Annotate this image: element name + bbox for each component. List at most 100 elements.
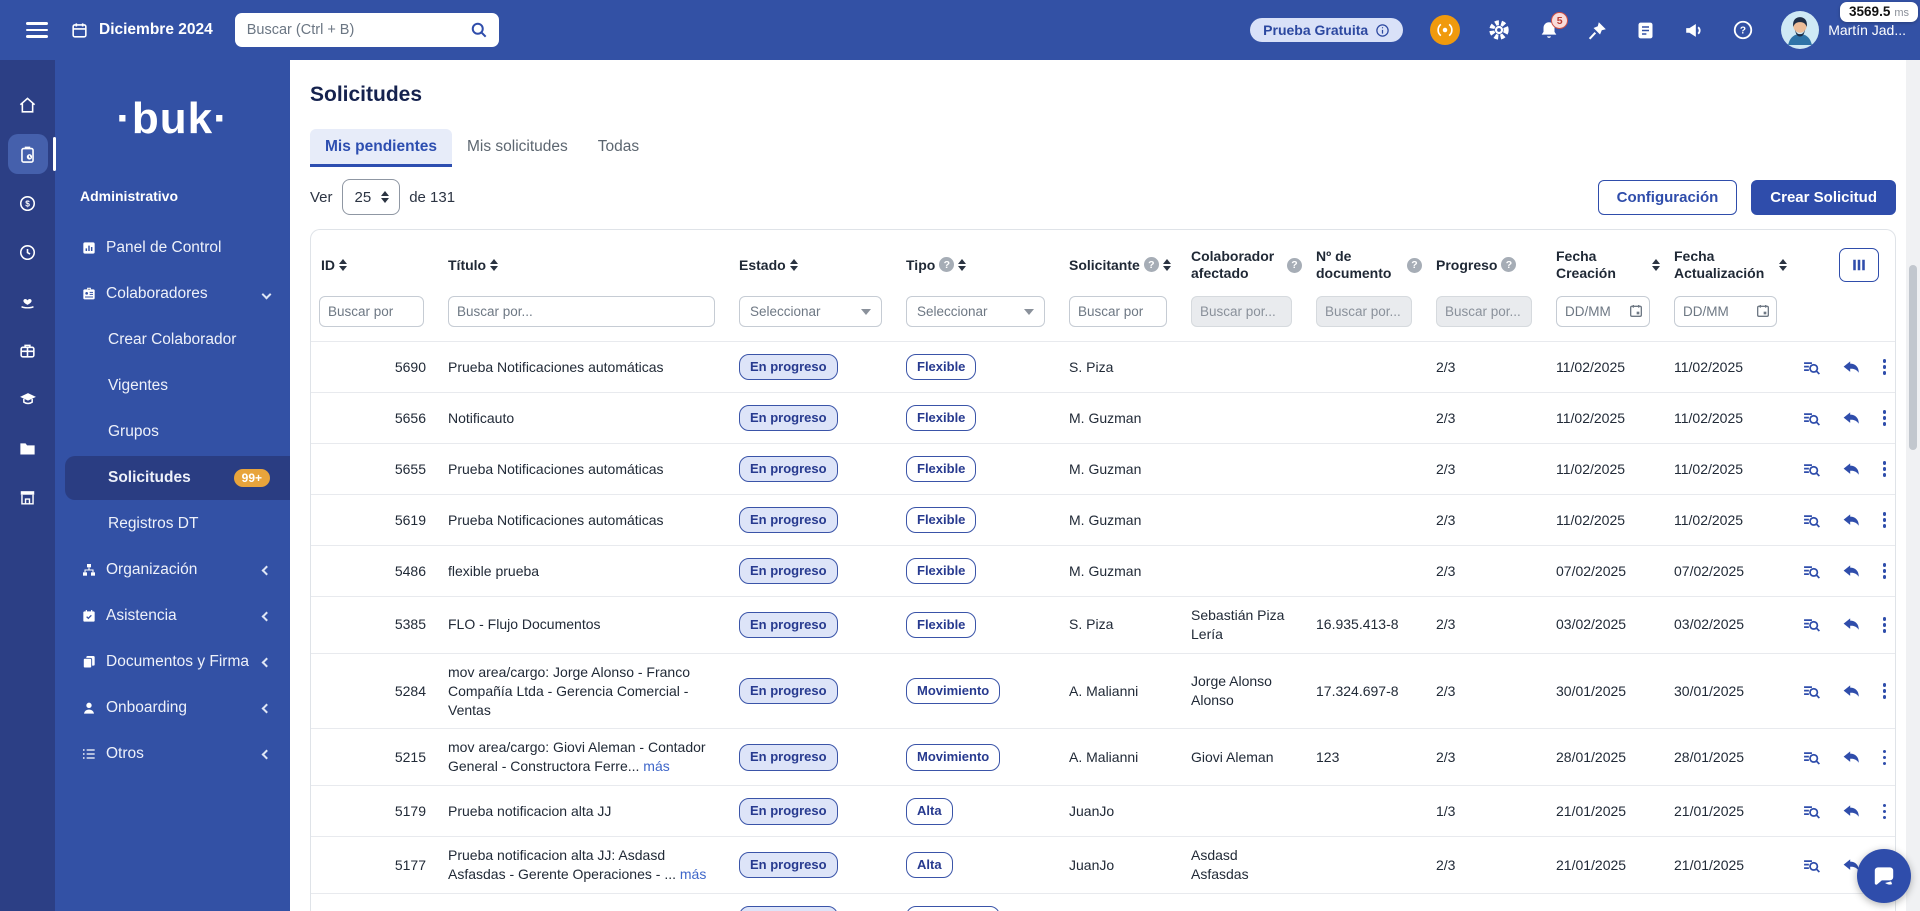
column-header[interactable]: ID ? [311,257,438,274]
column-header[interactable]: Progreso ? [1426,257,1546,274]
rail-remuneraciones-dollar-icon[interactable]: $ [8,183,48,223]
filter-titulo-input[interactable] [448,296,715,327]
table-row[interactable]: 5215 mov area/cargo: Giovi Aleman - Cont… [311,728,1895,785]
kebab-menu-icon[interactable] [1881,748,1888,767]
table-row[interactable]: 5486 flexible prueba En progreso Flexibl… [311,545,1895,596]
pin-icon[interactable] [1587,20,1608,41]
reply-arrow-icon[interactable] [1841,408,1862,429]
filter-solicitante-input[interactable] [1069,296,1167,327]
column-header[interactable]: Fecha Actualiza­ción ? [1664,248,1791,282]
rail-documentos-folder-icon[interactable] [8,428,48,468]
tab[interactable]: Todas [583,129,654,167]
sidebar-item-colaboradores[interactable]: Colaboradores [55,272,290,316]
table-row[interactable]: 5655 Prueba Notificaciones automáticas E… [311,443,1895,494]
filter-tipo-select[interactable]: Seleccionar [906,296,1045,327]
notifications-bell-icon[interactable]: 5 [1538,12,1569,41]
changelog-icon[interactable] [1635,20,1656,41]
scrollbar-thumb[interactable] [1909,265,1917,450]
reply-arrow-icon[interactable] [1841,459,1862,480]
search-icon[interactable] [469,20,489,40]
rail-beneficios-hand-heart-icon[interactable] [8,281,48,321]
table-row[interactable]: 5619 Prueba Notificaciones automáticas E… [311,494,1895,545]
calendar-icon[interactable] [1755,303,1771,319]
table-row[interactable]: 5179 Prueba notificacion alta JJ En prog… [311,785,1895,836]
hamburger-menu-button[interactable] [26,22,48,38]
table-row[interactable]: 5177 Prueba notificacion alta JJ: Asdasd… [311,836,1895,893]
crear-solicitud-button[interactable]: Crear Solicitud [1751,179,1896,215]
rail-talento-briefcase-icon[interactable] [8,330,48,370]
column-header[interactable]: Estado ? [729,257,896,274]
view-detail-icon[interactable] [1801,614,1822,635]
reply-arrow-icon[interactable] [1841,357,1862,378]
sidebar-item-solicitudes[interactable]: Solicitudes 99+ [65,456,290,500]
chat-fab-button[interactable] [1857,849,1911,903]
filter-id-input[interactable] [319,296,424,327]
reply-arrow-icon[interactable] [1841,510,1862,531]
reply-arrow-icon[interactable] [1841,561,1862,582]
column-header[interactable]: Colaborador afectado ? [1181,248,1306,282]
reply-arrow-icon[interactable] [1841,681,1862,702]
sidebar-item-otros[interactable]: Otros [55,732,290,776]
settings-gear-icon[interactable] [1487,18,1511,42]
sidebar-item-vigentes[interactable]: Vigentes [55,364,290,408]
sidebar-item-grupos[interactable]: Grupos [55,410,290,454]
column-header[interactable]: Nº de documento ? [1306,248,1426,282]
tab[interactable]: Mis solicitudes [452,129,583,167]
reply-arrow-icon[interactable] [1841,747,1862,768]
kebab-menu-icon[interactable] [1881,459,1888,478]
kebab-menu-icon[interactable] [1881,408,1888,427]
rail-marketplace-store-icon[interactable] [8,477,48,517]
rail-administrativo-clipboard-icon[interactable] [7,134,56,174]
view-detail-icon[interactable] [1801,459,1822,480]
sidebar-item-crear-colaborador[interactable]: Crear Colaborador [55,318,290,362]
more-link[interactable]: más [680,866,706,882]
global-search-input[interactable] [234,13,499,47]
view-detail-icon[interactable] [1801,408,1822,429]
column-help-icon[interactable]: ? [1407,257,1422,273]
column-header[interactable]: Tipo ? [896,257,1059,274]
column-help-icon[interactable]: ? [939,257,955,273]
sidebar-item-organizacion[interactable]: Organización [55,548,290,592]
rail-asistencia-clock-icon[interactable] [8,232,48,272]
sidebar-item-registros-dt[interactable]: Registros DT [55,502,290,546]
column-header[interactable]: Fecha Creación ? [1546,248,1664,282]
column-help-icon[interactable]: ? [1501,257,1517,273]
configuracion-button[interactable]: Configuración [1597,179,1738,215]
kebab-menu-icon[interactable] [1881,802,1888,821]
table-row[interactable]: 5385 FLO - Flujo Documentos En progreso … [311,596,1895,653]
megaphone-icon[interactable] [1683,19,1705,41]
rail-capacitacion-graduation-icon[interactable] [8,379,48,419]
rail-home-icon[interactable] [8,85,48,125]
column-config-button[interactable] [1839,248,1879,282]
table-row[interactable]: 5656 Notificauto En progreso Flexible M.… [311,392,1895,443]
sidebar-item-documentos-y-firma[interactable]: Documentos y Firma [55,640,290,684]
help-icon[interactable]: ? [1732,19,1754,41]
column-header[interactable]: Título ? [438,257,729,274]
sidebar-item-panel-de-control[interactable]: Panel de Control [55,226,290,270]
column-header[interactable]: Solicitante ? [1059,257,1181,274]
view-detail-icon[interactable] [1801,801,1822,822]
sidebar-item-onboarding[interactable]: Onboarding [55,686,290,730]
table-row[interactable]: 5690 Prueba Notificaciones automáticas E… [311,341,1895,392]
calendar-icon[interactable] [1628,303,1644,319]
view-detail-icon[interactable] [1801,561,1822,582]
kebab-menu-icon[interactable] [1881,510,1888,529]
reply-arrow-icon[interactable] [1841,801,1862,822]
tab[interactable]: Mis pendientes [310,129,452,167]
more-link[interactable]: más [643,758,669,774]
filter-estado-select[interactable]: Seleccionar [739,296,882,327]
assistant-target-icon[interactable] [1430,15,1461,45]
kebab-menu-icon[interactable] [1881,357,1888,376]
sidebar-item-asistencia[interactable]: Asistencia [55,594,290,638]
view-detail-icon[interactable] [1801,510,1822,531]
page-size-select[interactable]: 25 [341,179,401,215]
table-row[interactable]: mov area/cargo: Encargado de RRHH - En p… [311,893,1895,911]
table-row[interactable]: 5284 mov area/cargo: Jorge Alonso - Fran… [311,652,1895,729]
kebab-menu-icon[interactable] [1881,561,1888,580]
view-detail-icon[interactable] [1801,747,1822,768]
period-selector[interactable]: Diciembre 2024 [70,21,213,40]
kebab-menu-icon[interactable] [1881,615,1888,634]
view-detail-icon[interactable] [1801,357,1822,378]
column-help-icon[interactable]: ? [1143,257,1159,273]
reply-arrow-icon[interactable] [1841,614,1862,635]
